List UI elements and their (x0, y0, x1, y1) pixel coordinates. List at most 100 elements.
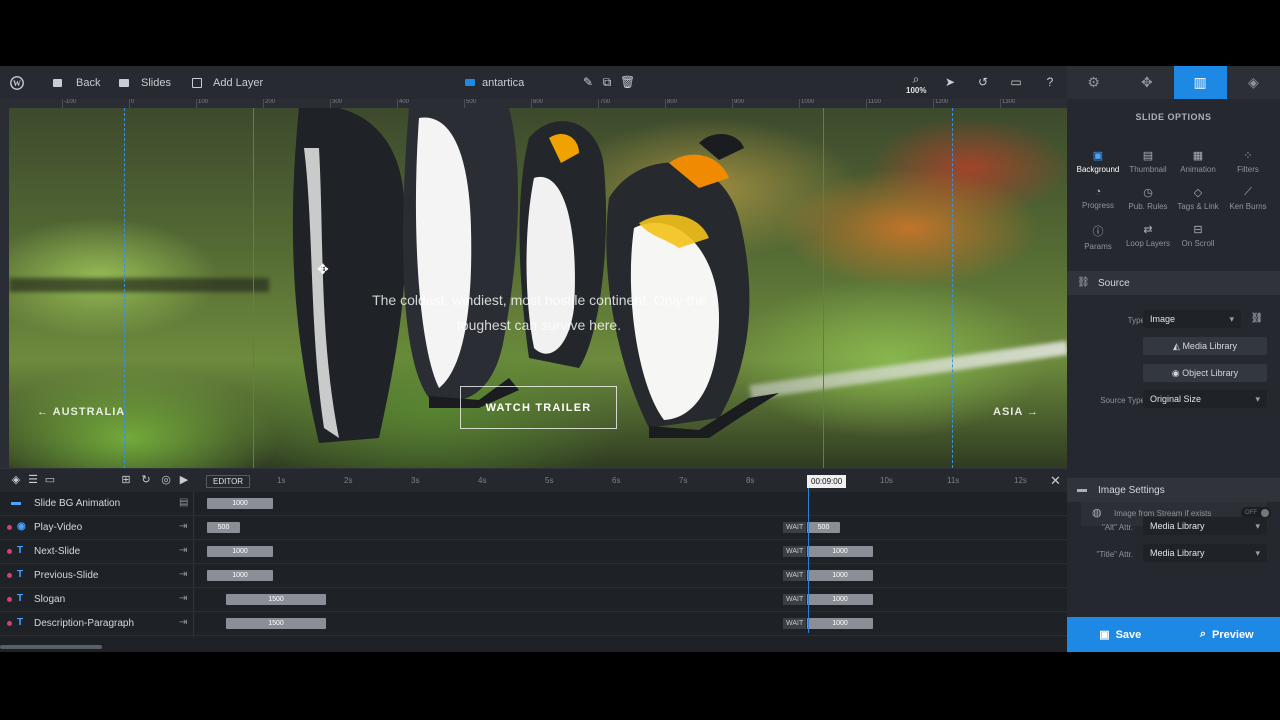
timeline-row[interactable]: T Previous-Slide ⇥ 1000 WAIT 1000 (0, 564, 1067, 588)
list-icon[interactable]: ☰ (27, 474, 39, 486)
help-icon[interactable]: ? (1043, 75, 1057, 89)
in-animation-bar[interactable]: 500 (207, 522, 240, 533)
wait-marker: WAIT (783, 594, 807, 605)
back-button[interactable]: Back (53, 66, 100, 99)
timeline-row[interactable]: T Description-Paragraph ⇥ 1500 WAIT 1000 (0, 612, 1067, 636)
option-label: Thumbnail (1129, 165, 1167, 174)
option-info[interactable]: ⓘ Params (1072, 223, 1124, 251)
in-animation-bar[interactable]: 1000 (207, 570, 273, 581)
tab-settings[interactable]: ⚙ (1067, 66, 1120, 99)
zoom-icon[interactable]: ⌕ (909, 72, 923, 86)
wordpress-logo[interactable]: W (10, 66, 24, 99)
out-animation-bar[interactable]: 1000 (807, 570, 873, 581)
timeline-row[interactable]: ▬ Slide BG Animation ▤ 1000 (0, 492, 1067, 516)
title-attr-select[interactable]: Media Library (1143, 544, 1267, 562)
slide-title[interactable]: antartica (465, 66, 524, 99)
option-thumbnail[interactable]: ▤ Thumbnail (1122, 149, 1174, 174)
option-scroll[interactable]: ⊟ On Scroll (1172, 223, 1224, 248)
object-library-button[interactable]: ◉ Object Library (1143, 364, 1267, 382)
loop-icon[interactable]: ↻ (140, 474, 152, 486)
horizontal-scrollbar[interactable] (0, 645, 102, 649)
end-arrow-icon[interactable]: ⇥ (179, 593, 187, 604)
pencil-icon[interactable]: ✎ (581, 75, 595, 89)
editor-button[interactable]: EDITOR (206, 475, 251, 488)
tab-slide-options[interactable]: ▥ (1173, 66, 1227, 99)
watch-trailer-button[interactable]: WATCH TRAILER (460, 386, 617, 429)
layers-icon[interactable]: ◈ (10, 474, 22, 486)
folder-icon[interactable]: ▭ (44, 474, 56, 486)
ruler-tick: 200 (262, 99, 276, 108)
guide-line (952, 108, 953, 468)
time-tick: 6s (612, 476, 621, 485)
end-arrow-icon[interactable]: ⇥ (179, 521, 187, 532)
save-icon: ▣ (1099, 629, 1110, 641)
type-select[interactable]: Image (1143, 310, 1241, 328)
layer-dot (7, 573, 12, 578)
layer-dot (7, 525, 12, 530)
out-animation-bar[interactable]: 1000 (807, 546, 873, 557)
option-label: Ken Burns (1229, 202, 1267, 211)
source-section-header[interactable]: ⛓ Source (1067, 271, 1280, 295)
target-icon[interactable]: ◎ (160, 474, 172, 486)
image-settings-header[interactable]: ▬ Image Settings (1067, 478, 1280, 502)
tab-layers[interactable]: ◈ (1227, 66, 1280, 99)
slide-canvas[interactable]: The coldest, windiest, most hostile cont… (9, 108, 1067, 468)
media-library-button[interactable]: ◭ Media Library (1143, 337, 1267, 355)
option-ken-burns[interactable]: ⟋ Ken Burns (1222, 186, 1274, 211)
cursor-icon[interactable]: ➤ (943, 75, 957, 89)
timeline-row[interactable]: ◉ Play-Video ⇥ 500 WAIT 500 (0, 516, 1067, 540)
timeline-row[interactable]: T Slogan ⇥ 1500 WAIT 1000 (0, 588, 1067, 612)
ken-burns-icon: ⟋ (1244, 186, 1252, 198)
alt-attr-select[interactable]: Media Library (1143, 517, 1267, 535)
option-filters[interactable]: ⁘ Filters (1222, 149, 1274, 174)
out-animation-bar[interactable]: 500 (807, 522, 840, 533)
ruler-tick: 1300 (999, 99, 1016, 108)
out-animation-bar[interactable]: 1000 (807, 618, 873, 629)
option-loop[interactable]: ⇄ Loop Layers (1122, 223, 1174, 248)
in-animation-bar[interactable]: 1500 (226, 618, 326, 629)
end-arrow-icon[interactable]: ⇥ (179, 545, 187, 556)
option-code[interactable]: ◇ Tags & Link (1172, 186, 1224, 211)
end-arrow-icon[interactable]: ⇥ (179, 617, 187, 628)
source-type-select[interactable]: Original Size (1143, 390, 1267, 408)
add-layer-icon (192, 77, 202, 88)
play-icon[interactable]: ▶ (178, 474, 190, 486)
slide-icon: ▬ (11, 497, 21, 508)
out-animation-bar[interactable]: 1000 (807, 594, 873, 605)
save-label: Save (1115, 628, 1142, 641)
top-toolbar: W Back Slides Add Layer antartica ✎ ⧉ 🗑 … (0, 66, 1067, 99)
slides-icon (119, 78, 129, 87)
layer-name: Slogan (34, 594, 66, 605)
in-animation-bar[interactable]: 1500 (226, 594, 326, 605)
slogan-layer[interactable]: The coldest, windiest, most hostile cont… (349, 288, 729, 338)
undo-icon[interactable]: ↺ (976, 75, 990, 89)
save-button[interactable]: ▣ Save (1067, 617, 1174, 652)
next-slide-link[interactable]: ASIA → (993, 406, 1039, 418)
timeline-row[interactable]: T Next-Slide ⇥ 1000 WAIT 1000 (0, 540, 1067, 564)
ruler-tick: 600 (530, 99, 544, 108)
wordpress-icon: W (10, 75, 24, 90)
ruler-tick: 0 (128, 99, 135, 108)
tab-navigation[interactable]: ✥ (1120, 66, 1173, 99)
image-icon[interactable]: ▤ (179, 497, 188, 508)
close-icon[interactable]: ✕ (1050, 473, 1061, 489)
previous-slide-link[interactable]: ← AUSTRALIA (37, 406, 125, 418)
option-background[interactable]: ▣ Background (1072, 149, 1124, 174)
playhead[interactable] (808, 488, 809, 633)
link-icon[interactable]: ⛓ (1250, 312, 1264, 326)
in-animation-bar[interactable]: 1000 (207, 546, 273, 557)
option-progress[interactable]: ◔ Progress (1072, 186, 1124, 210)
trash-icon[interactable]: 🗑 (620, 75, 635, 89)
desktop-icon[interactable]: ▭ (1009, 75, 1023, 89)
in-animation-bar[interactable]: 1000 (207, 498, 273, 509)
ruler-tick: 100 (195, 99, 209, 108)
option-clock[interactable]: ◷ Pub. Rules (1122, 186, 1174, 211)
duplicate-icon[interactable]: ⧉ (600, 75, 614, 89)
slides-button[interactable]: Slides (119, 66, 171, 99)
grid-icon[interactable]: ⊞ (120, 474, 132, 486)
add-layer-button[interactable]: Add Layer (192, 66, 263, 99)
title-attr-label: "Title" Attr. (1096, 550, 1133, 559)
end-arrow-icon[interactable]: ⇥ (179, 569, 187, 580)
option-animation[interactable]: ▦ Animation (1172, 149, 1224, 174)
preview-button[interactable]: ⌕ Preview (1174, 617, 1280, 652)
